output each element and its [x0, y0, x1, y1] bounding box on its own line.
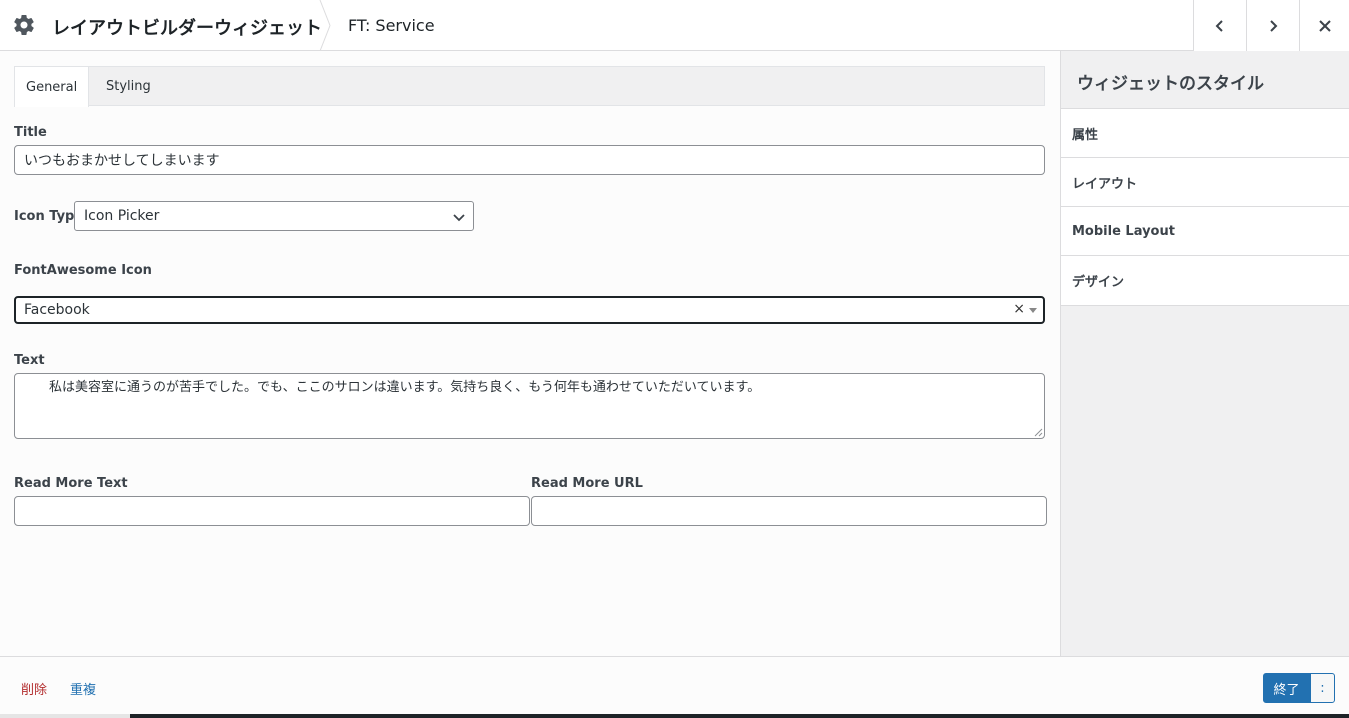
widget-style-sidebar: ウィジェットのスタイル 属性 レイアウト Mobile Layout デザイン [1060, 51, 1349, 656]
fontawesome-icon-label: FontAwesome Icon [14, 263, 152, 278]
read-more-url-input[interactable] [531, 496, 1047, 526]
widget-editor-dialog: レイアウトビルダーウィジェット FT: Service General Styl… [0, 0, 1349, 718]
more-actions-button[interactable]: : [1310, 673, 1335, 703]
widget-name: FT: Service [348, 16, 435, 35]
duplicate-link[interactable]: 重複 [70, 679, 96, 698]
close-icon [1318, 19, 1331, 32]
fontawesome-icon-select[interactable]: Facebook × [14, 296, 1045, 324]
chevron-left-icon [1215, 19, 1223, 32]
background-strip [0, 714, 1349, 718]
app-title: レイアウトビルダーウィジェット [52, 18, 322, 39]
breadcrumb-separator [319, 0, 331, 51]
fontawesome-icon-value: Facebook [24, 302, 90, 318]
background-strip-left [0, 714, 130, 718]
sidebar-item-design[interactable]: デザイン [1061, 255, 1349, 306]
form-tabs: General Styling [14, 66, 1045, 107]
dropdown-arrow-icon [1029, 308, 1037, 313]
dialog-header: レイアウトビルダーウィジェット FT: Service [0, 0, 1349, 51]
icon-type-select[interactable]: Icon Picker [74, 201, 474, 231]
dialog-footer: 削除 重複 終了 : [0, 656, 1349, 714]
sidebar-title: ウィジェットのスタイル [1077, 74, 1264, 94]
read-more-text-label: Read More Text [14, 476, 128, 491]
title-input[interactable]: いつもおまかせしてしまいます [14, 145, 1045, 175]
sidebar-item-layout[interactable]: レイアウト [1061, 157, 1349, 206]
icon-type-value: Icon Picker [84, 208, 160, 224]
widget-form: General Styling Title いつもおまかせしてしまいます Ico… [0, 51, 1060, 656]
clear-selection-icon[interactable]: × [1013, 301, 1025, 317]
done-button[interactable]: 終了 [1263, 673, 1310, 703]
chevron-down-icon [453, 214, 465, 222]
close-dialog-button[interactable] [1299, 0, 1349, 51]
text-label: Text [14, 353, 45, 368]
sidebar-item-attributes[interactable]: 属性 [1061, 108, 1349, 157]
read-more-text-input[interactable] [14, 496, 530, 526]
tab-general[interactable]: General [14, 66, 90, 107]
text-textarea[interactable]: 私は美容室に通うのが苦手でした。でも、ここのサロンは違います。気持ち良く、もう何… [14, 373, 1045, 439]
text-textarea-value: 私は美容室に通うのが苦手でした。でも、ここのサロンは違います。気持ち良く、もう何… [23, 380, 761, 395]
read-more-url-label: Read More URL [531, 476, 643, 491]
previous-widget-button[interactable] [1193, 0, 1246, 51]
icon-type-label: Icon Type [14, 209, 84, 224]
gear-icon [14, 15, 34, 36]
delete-link[interactable]: 削除 [21, 679, 47, 698]
sidebar-item-mobile-layout[interactable]: Mobile Layout [1061, 206, 1349, 255]
title-label: Title [14, 125, 47, 140]
resize-handle-icon[interactable] [1034, 428, 1043, 437]
next-widget-button[interactable] [1246, 0, 1299, 51]
chevron-right-icon [1270, 19, 1278, 32]
tab-styling[interactable]: Styling [95, 66, 162, 106]
